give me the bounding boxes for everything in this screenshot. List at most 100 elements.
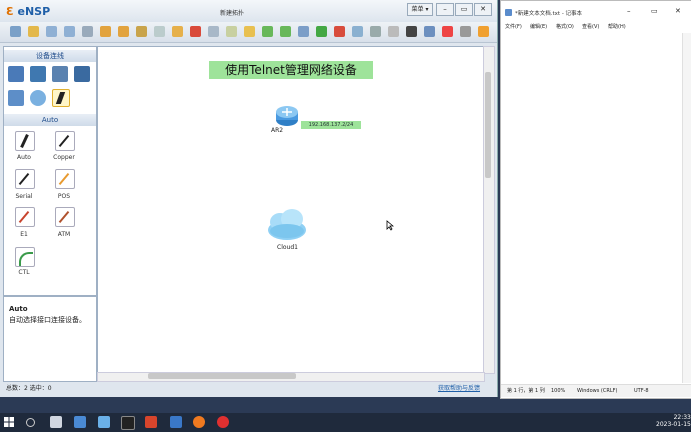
save-as-icon[interactable]	[64, 26, 75, 37]
ensp-title-bar[interactable]: Ɛ eNSP 新建拓扑 菜单 ▾ – ▭ ✕	[0, 0, 497, 22]
cable-category-icon[interactable]	[52, 89, 70, 107]
delete-icon[interactable]	[190, 26, 201, 37]
cable-label-auto: Auto	[17, 154, 31, 161]
zoom-out-icon[interactable]	[280, 26, 291, 37]
ensp-window: Ɛ eNSP 新建拓扑 菜单 ▾ – ▭ ✕ 设备连线 Auto Auto Co…	[0, 0, 498, 397]
cable-label-copper: Copper	[53, 154, 75, 161]
help-icon[interactable]	[478, 26, 489, 37]
notepad-window: *新建文本文档.txt - 记事本 – ▭ ✕ 文件(F) 编辑(E) 格式(O…	[500, 0, 691, 399]
menu-button[interactable]: 菜单 ▾	[407, 3, 433, 16]
menu-edit[interactable]: 编辑(E)	[530, 23, 547, 30]
palette-icon[interactable]	[424, 26, 435, 37]
notepad-text-area[interactable]	[501, 33, 682, 383]
cloud-label: Cloud1	[277, 244, 298, 251]
menu-help[interactable]: 帮助(H)	[608, 23, 626, 30]
undo-icon[interactable]	[100, 26, 111, 37]
settings-icon[interactable]	[460, 26, 471, 37]
save-icon[interactable]	[46, 26, 57, 37]
fit-icon[interactable]	[298, 26, 309, 37]
wps-icon[interactable]	[145, 416, 157, 428]
windows-start-icon[interactable]	[4, 417, 14, 427]
notepad-scrollbar[interactable]	[682, 33, 691, 383]
print-icon[interactable]	[82, 26, 93, 37]
hand-icon[interactable]	[172, 26, 183, 37]
switch-category-icon[interactable]	[30, 66, 46, 82]
auto-cable-button[interactable]	[15, 131, 35, 151]
notepad-close-button[interactable]: ✕	[675, 7, 681, 15]
router-label: AR2	[271, 127, 284, 134]
copper-cable-button[interactable]	[55, 131, 75, 151]
app-red-icon[interactable]	[217, 416, 229, 428]
select-icon[interactable]	[154, 26, 165, 37]
encoding: UTF-8	[634, 388, 649, 394]
text-icon[interactable]	[208, 26, 219, 37]
open-icon[interactable]	[28, 26, 39, 37]
device-panel-title: 设备连线	[4, 50, 96, 62]
restore-button[interactable]: ▭	[455, 3, 473, 16]
atm-cable-button[interactable]	[55, 207, 75, 227]
serial-cable-button[interactable]	[15, 169, 35, 189]
menu-file[interactable]: 文件(F)	[505, 23, 522, 30]
vertical-scroll-thumb[interactable]	[485, 72, 491, 178]
zoom-level: 100%	[551, 388, 566, 394]
ctl-cable-button[interactable]	[15, 247, 35, 267]
cursor-position: 第 1 行，第 1 列	[507, 388, 545, 394]
task-view-icon[interactable]	[50, 416, 62, 428]
notepad-maximize-button[interactable]: ▭	[651, 7, 658, 15]
terminal-icon[interactable]	[121, 416, 135, 430]
frame-icon[interactable]	[244, 26, 255, 37]
wlan-category-icon[interactable]	[52, 66, 68, 82]
notepad-title-bar[interactable]: *新建文本文档.txt - 记事本 – ▭ ✕	[501, 1, 691, 21]
device-panel: 设备连线 Auto Auto Copper Serial POS E1 ATM …	[3, 46, 97, 296]
menu-format[interactable]: 格式(O)	[556, 23, 574, 30]
ensp-taskbar-icon[interactable]	[170, 416, 182, 428]
router-ar2-icon[interactable]	[275, 105, 299, 127]
pos-cable-button[interactable]	[55, 169, 75, 189]
firefox-icon[interactable]	[193, 416, 205, 428]
router-ip-label[interactable]: 192.168.137.2/24	[301, 121, 361, 129]
cloud-category-icon[interactable]	[30, 90, 46, 106]
topology-banner-text[interactable]: 使用Telnet管理网络设备	[209, 61, 373, 79]
stop-icon[interactable]	[334, 26, 345, 37]
cloud-node-icon[interactable]	[266, 206, 308, 242]
horizontal-scroll-thumb[interactable]	[148, 373, 296, 379]
cable-label-serial: Serial	[15, 193, 33, 200]
notepad-taskbar-icon[interactable]	[98, 416, 110, 428]
cable-label-ctl: CTL	[18, 269, 30, 276]
router-category-icon[interactable]	[8, 66, 24, 82]
minimize-button[interactable]: –	[436, 3, 454, 16]
menu-view[interactable]: 查看(V)	[582, 23, 599, 30]
tray-time: 22:33	[673, 414, 691, 421]
note-icon[interactable]	[226, 26, 237, 37]
help-feedback-link[interactable]: 获取帮助与反馈	[438, 383, 480, 395]
status-bar: 总数：2 选中：0 获取帮助与反馈	[0, 383, 497, 395]
copy-icon[interactable]	[136, 26, 147, 37]
close-button[interactable]: ✕	[474, 3, 492, 16]
redo-icon[interactable]	[118, 26, 129, 37]
e1-cable-button[interactable]	[15, 207, 35, 227]
zoom-in-icon[interactable]	[262, 26, 273, 37]
notepad-icon	[505, 9, 512, 16]
line-ending: Windows (CRLF)	[577, 388, 618, 394]
tray-date: 2023-01-15	[656, 421, 691, 428]
huawei-icon[interactable]	[442, 26, 453, 37]
topo-icon[interactable]	[370, 26, 381, 37]
status-count: 总数：2 选中：0	[6, 385, 52, 392]
capture-icon[interactable]	[352, 26, 363, 37]
notepad-menu-bar: 文件(F) 编辑(E) 格式(O) 查看(V) 帮助(H)	[501, 21, 691, 32]
start-icon[interactable]	[316, 26, 327, 37]
mouse-cursor-icon	[386, 220, 394, 231]
console-icon[interactable]	[406, 26, 417, 37]
firewall-category-icon[interactable]	[74, 66, 90, 82]
tray-clock[interactable]: 22:33 2023-01-15	[656, 414, 691, 428]
new-topology-icon[interactable]	[10, 26, 21, 37]
cable-label-pos: POS	[57, 193, 71, 200]
notepad-status-bar: 第 1 行，第 1 列 100% Windows (CRLF) UTF-8	[501, 384, 691, 397]
grid-icon[interactable]	[388, 26, 399, 37]
search-icon[interactable]	[26, 418, 35, 427]
pc-category-icon[interactable]	[8, 90, 24, 106]
notepad-minimize-button[interactable]: –	[627, 7, 631, 15]
info-description: 自动选择接口连接设备。	[9, 316, 86, 324]
explorer-icon[interactable]	[74, 416, 86, 428]
cable-section-title: Auto	[4, 114, 96, 126]
